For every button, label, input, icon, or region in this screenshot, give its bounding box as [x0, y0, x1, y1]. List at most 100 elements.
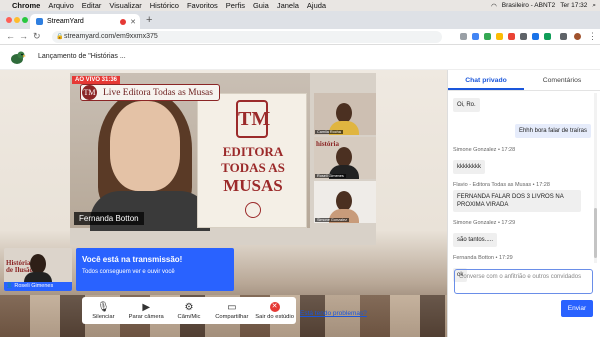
new-tab-button[interactable]: +: [146, 14, 152, 26]
back-button[interactable]: ←: [6, 31, 15, 41]
menu-arquivo[interactable]: Arquivo: [48, 1, 73, 10]
extension-icon[interactable]: [484, 33, 491, 40]
brand-banner: TM Live Editora Todas as Musas: [80, 84, 220, 101]
menu-historico[interactable]: Histórico: [150, 1, 179, 10]
menu-guia[interactable]: Guia: [253, 1, 269, 10]
side-video-feed[interactable]: Camila Rocha: [314, 93, 376, 135]
chat-scrollbar[interactable]: [594, 93, 597, 263]
share-label: Compartilhar: [215, 313, 249, 320]
extension-icon[interactable]: [508, 33, 515, 40]
mac-menubar: Chrome Arquivo Editar Visualizar Históri…: [0, 0, 600, 11]
chat-tabs: Chat privado Comentários: [448, 70, 600, 91]
kebab-menu-icon[interactable]: ⋮: [588, 31, 597, 42]
cam-mic-label: Cãm/Mic: [177, 313, 201, 320]
extension-icon[interactable]: [496, 33, 503, 40]
menu-ajuda[interactable]: Ajuda: [307, 1, 326, 10]
recording-indicator-icon: [120, 18, 126, 25]
reload-button[interactable]: ↻: [33, 31, 41, 42]
chat-messages[interactable]: Oi, Ro. Ehhh bora falar de traíras Simon…: [448, 92, 598, 330]
wifi-icon[interactable]: ◠: [491, 2, 497, 10]
broadcast-stage[interactable]: TM EDITORA TODAS AS MUSAS AO VIVO 31:36 …: [70, 73, 376, 245]
menu-favoritos[interactable]: Favoritos: [187, 1, 218, 10]
guest-head: [336, 103, 352, 123]
microphone-icon: 🎙: [97, 301, 110, 313]
chat-bubble: FERNANDA FALAR DOS 3 LIVROS NA PROXIMA V…: [453, 190, 581, 212]
side-heading-text: história: [316, 140, 339, 148]
chat-sender: Simone Gonzalez • 17:29: [453, 220, 516, 226]
extension-icon[interactable]: [472, 33, 479, 40]
chat-bubble: são tantos.....: [453, 233, 498, 247]
side-speaker-name: Simone Gonzalez: [315, 218, 349, 222]
side-video-feed[interactable]: história Roseli Gimenes: [314, 137, 376, 179]
close-window-button[interactable]: [6, 17, 12, 23]
close-tab-icon[interactable]: ✕: [130, 18, 136, 26]
on-air-notice: Você está na transmissão! Todos consegue…: [76, 248, 234, 291]
scrollbar-thumb[interactable]: [594, 208, 597, 258]
clock[interactable]: Ter 17:32: [560, 2, 587, 9]
self-video-tile[interactable]: Histórias de Ilusão 👤 Roseli Gimenes: [4, 248, 72, 291]
on-air-title: Você está na transmissão!: [82, 255, 183, 264]
extension-icon[interactable]: [544, 33, 551, 40]
person-icon: 👤: [6, 283, 13, 289]
studio-toolbar: 🎙 Silenciar ▶ Parar câmera ⚙ Cãm/Mic ▭ C…: [82, 297, 296, 324]
guest-head: [336, 191, 352, 211]
side-speaker-name: Roseli Gimenes: [315, 174, 346, 178]
main-speaker-name: Fernanda Botton: [74, 212, 144, 225]
app-header: Lançamento de "Histórias ...: [0, 45, 600, 70]
book-title-line: EDITORA: [222, 144, 284, 159]
menu-visualizar[interactable]: Visualizar: [109, 1, 141, 10]
chat-message: Simone Gonzalez • 17:28 kkkkkkkk: [453, 147, 593, 174]
self-name-bar: 👤 Roseli Gimenes: [4, 282, 72, 291]
troubleshooting-link[interactable]: Está tendo problemas?: [300, 310, 367, 317]
extension-icon[interactable]: [460, 33, 467, 40]
mute-button[interactable]: 🎙 Silenciar: [82, 297, 125, 324]
tab-private-chat[interactable]: Chat privado: [448, 70, 524, 90]
menu-editar[interactable]: Editar: [82, 1, 102, 10]
chat-message: Flavio - Editora Todas as Musas • 17:28 …: [453, 182, 593, 212]
share-screen-button[interactable]: ▭ Compartilhar: [210, 297, 253, 324]
tab-title: StreamYard: [47, 18, 84, 25]
zoom-window-button[interactable]: [22, 17, 28, 23]
streamyard-favicon-icon: [36, 18, 43, 25]
leave-studio-button[interactable]: ✕ Sair do estúdio: [253, 297, 296, 324]
side-video-feed[interactable]: Simone Gonzalez: [314, 181, 376, 223]
puzzle-icon[interactable]: [560, 33, 567, 40]
close-circle-icon: ✕: [269, 301, 280, 312]
cam-mic-settings-button[interactable]: ⚙ Cãm/Mic: [168, 297, 211, 324]
tab-comments[interactable]: Comentários: [524, 70, 600, 90]
leave-label: Sair do estúdio: [255, 313, 294, 320]
stop-camera-button[interactable]: ▶ Parar câmera: [125, 297, 168, 324]
send-button[interactable]: Enviar: [561, 300, 593, 317]
brand-banner-text: Live Editora Todas as Musas: [103, 87, 213, 98]
chat-bubble: Oi, Ro.: [453, 98, 480, 112]
lock-icon[interactable]: 🔒: [56, 31, 63, 43]
minimize-window-button[interactable]: [14, 17, 20, 23]
streamyard-logo-icon[interactable]: [10, 50, 26, 65]
menubar-status: ◠ Brasileiro - ABNT2 Ter 17:32 ⌕: [491, 0, 596, 11]
book-monogram: TM: [236, 100, 270, 138]
camera-icon: ▶: [142, 301, 151, 313]
book-cover: TM EDITORA TODAS AS MUSAS: [197, 93, 307, 228]
extension-icon[interactable]: [532, 33, 539, 40]
live-badge: AO VIVO 31:36: [72, 76, 121, 84]
book-seal-icon: [245, 202, 261, 218]
chat-sender: Fernanda Botton • 17:29: [453, 255, 513, 261]
gear-icon: ⚙: [184, 301, 194, 313]
chat-input[interactable]: Converse com o anfitrião e outros convid…: [454, 269, 593, 294]
search-icon[interactable]: ⌕: [592, 2, 596, 10]
profile-avatar[interactable]: [574, 33, 581, 40]
menu-janela[interactable]: Janela: [277, 1, 299, 10]
url-bar[interactable]: 🔒 streamyard.com/em9xxmx375: [52, 31, 442, 43]
address-toolbar: ← → ↻ 🔒 streamyard.com/em9xxmx375 ⋮: [0, 29, 600, 45]
chat-sender: Flavio - Editora Todas as Musas • 17:28: [453, 182, 550, 188]
forward-button[interactable]: →: [19, 31, 28, 41]
menu-chrome[interactable]: Chrome: [12, 1, 40, 10]
browser-tab[interactable]: StreamYard ✕: [30, 14, 140, 29]
broadcast-title[interactable]: Lançamento de "Histórias ...: [38, 53, 126, 60]
extension-icon[interactable]: [520, 33, 527, 40]
host-face: [110, 101, 180, 191]
chat-message: Simone Gonzalez • 17:29 são tantos.....: [453, 220, 593, 247]
mute-label: Silenciar: [92, 313, 115, 320]
keyboard-layout[interactable]: Brasileiro - ABNT2: [502, 2, 555, 9]
menu-perfis[interactable]: Perfis: [226, 1, 245, 10]
